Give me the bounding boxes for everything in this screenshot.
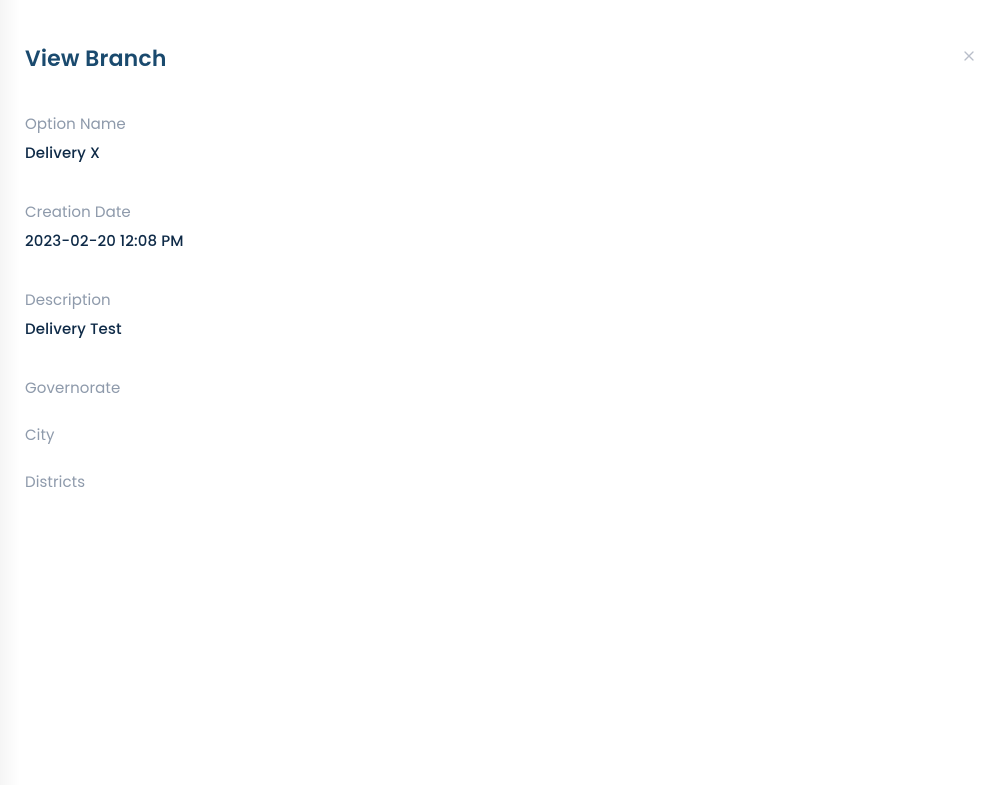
- modal-header: View Branch: [25, 42, 974, 75]
- field-label-description: Description: [25, 289, 974, 312]
- field-creation-date: Creation Date 2023-02-20 12:08 PM: [25, 201, 974, 253]
- field-label-city: City: [25, 424, 974, 447]
- field-governorate: Governorate: [25, 377, 974, 400]
- field-description: Description Delivery Test: [25, 289, 974, 341]
- field-value-creation-date: 2023-02-20 12:08 PM: [25, 230, 974, 253]
- field-option-name: Option Name Delivery X: [25, 113, 974, 165]
- close-icon: [961, 48, 977, 64]
- field-label-governorate: Governorate: [25, 377, 974, 400]
- field-label-creation-date: Creation Date: [25, 201, 974, 224]
- field-districts: Districts: [25, 471, 974, 494]
- field-label-option-name: Option Name: [25, 113, 974, 136]
- field-label-districts: Districts: [25, 471, 974, 494]
- field-value-description: Delivery Test: [25, 318, 974, 341]
- field-value-option-name: Delivery X: [25, 142, 974, 165]
- field-city: City: [25, 424, 974, 447]
- view-branch-modal: View Branch Option Name Delivery X Creat…: [0, 0, 999, 785]
- close-button[interactable]: [957, 44, 981, 68]
- modal-title: View Branch: [25, 42, 167, 75]
